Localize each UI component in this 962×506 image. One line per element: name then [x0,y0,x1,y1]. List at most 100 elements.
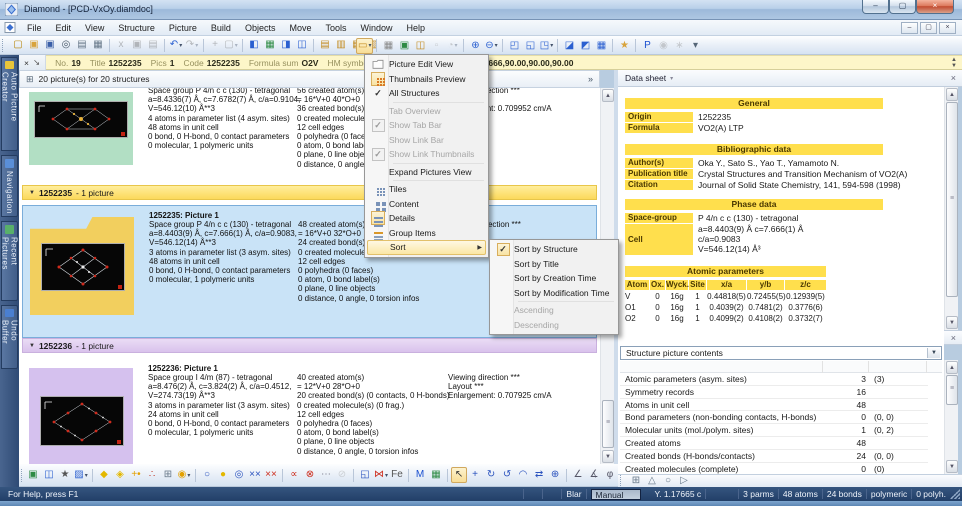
property-row[interactable]: Symmetry records16 [620,386,928,399]
minimize-button[interactable]: – [862,0,889,14]
powder-pattern-icon[interactable]: ◩ [577,38,593,54]
layout-split-icon[interactable]: ◱ [522,38,538,54]
menu-item-content[interactable]: Content [367,197,486,212]
scroll-up-arrow[interactable]: ▲ [946,361,958,374]
toolbar-options-icon[interactable]: ▾ [687,38,703,54]
toolbar-grip[interactable] [2,39,7,52]
zoom-in-icon[interactable]: ⊕ [467,38,483,54]
menu-item-sort-by-structure[interactable]: ✓ Sort by Structure [492,242,616,257]
menu-item-all-structures[interactable]: ✓ All Structures [367,86,486,101]
table-view-icon[interactable]: ▦ [593,38,609,54]
sidebar-tab-navigation[interactable]: Navigation [1,155,18,217]
menu-item-expand-pictures-view[interactable]: Expand Pictures View [367,165,486,180]
thumbnails-window-icon[interactable]: ▦ [262,37,278,53]
structure-thumbnail[interactable] [29,368,133,464]
polyhedra-filled-icon[interactable]: ● [215,467,231,483]
create-bonds-icon[interactable]: ∝ [286,467,302,483]
datasheet-pin-icon[interactable]: ▾ [670,75,673,82]
structure-spinner[interactable]: ▲▼ [951,57,957,69]
bond-settings-icon[interactable]: ⊗ [302,467,318,483]
coordination-icon[interactable]: ◎ [231,467,247,483]
planes-icon[interactable]: ⋈▾ [373,467,389,483]
menu-help[interactable]: Help [400,21,433,35]
menu-item-tiles[interactable]: Tiles [367,182,486,197]
menu-item-picture-edit-view[interactable]: Picture Edit View [367,57,486,72]
polyhedra-icon[interactable]: ○ [199,467,215,483]
sidebar-tab-auto-picture-creator[interactable]: Auto Picture Creator [1,57,18,151]
menu-tools[interactable]: Tools [318,21,353,35]
menu-item-sort-by-creation-time[interactable]: Sort by Creation Time [492,271,616,286]
scrollbar-thumb[interactable] [602,400,614,448]
scroll-down-arrow[interactable]: ▼ [946,316,958,329]
wizard-icon[interactable]: ★ [616,38,632,54]
layout-grid-icon[interactable]: ◳▾ [538,38,554,54]
menu-view[interactable]: View [78,21,111,35]
angle-measure-icon[interactable]: ∡ [586,467,602,483]
structure-thumbnail[interactable] [29,92,133,165]
diagram-icon[interactable]: ◪ [561,38,577,54]
table-distances-icon[interactable]: ▤ [317,37,333,53]
menu-objects[interactable]: Objects [238,21,283,35]
pointer-mode-icon[interactable]: ↖ [451,467,467,483]
mdi-minimize-button[interactable]: – [901,22,918,34]
menu-window[interactable]: Window [353,21,399,35]
properties-scrollbar[interactable]: ▲ ▼ [944,360,958,474]
contacts-icon[interactable]: ×× [247,467,263,483]
zoom-out-icon[interactable]: ⊖▾ [483,38,499,54]
menu-file[interactable]: File [20,21,49,35]
table-angles-icon[interactable]: ▥ [333,37,349,53]
toolbar-grip[interactable] [21,469,22,482]
sidebar-tab-undo-buffer[interactable]: Undo Buffer [1,305,18,369]
scroll-down-arrow[interactable]: ▼ [602,450,614,463]
menu-structure[interactable]: Structure [111,21,162,35]
picture-settings-icon[interactable]: ◫ [41,467,57,483]
undo-icon[interactable]: ↶▾ [168,37,184,53]
build-molecules-icon[interactable]: ◈ [112,467,128,483]
scrollbar-thumb[interactable] [946,375,958,405]
menu-item-sort[interactable]: Sort ▶ [367,240,486,255]
properties-close-icon[interactable]: × [951,333,956,343]
distance-measure-icon[interactable]: ∠ [570,467,586,483]
collapse-arrow-icon[interactable]: ▼ [29,343,35,349]
datasheet-close-icon[interactable]: × [951,73,956,83]
edit-plane-icon[interactable]: ◱ [357,467,373,483]
walk-mode-icon[interactable]: ⇄ [531,467,547,483]
scrollbar-thumb[interactable] [946,102,958,297]
hbonds-icon[interactable]: ⋯ [318,467,334,483]
print-icon[interactable]: ▦ [90,37,106,53]
export-picture-icon[interactable]: ▨▾ [73,467,89,483]
pictures-view-menu-button[interactable]: ▭▾ [356,38,373,54]
add-atom-icon[interactable]: +• [128,467,144,483]
menu-build[interactable]: Build [204,21,238,35]
properties-category-select[interactable]: Structure picture contents ▼ [620,346,942,360]
menu-move[interactable]: Move [282,21,318,35]
add-species-icon[interactable]: ∴ [144,467,160,483]
group-header-1252236[interactable]: ▼ 1252236 - 1 picture [22,338,597,353]
apply-structure-icon[interactable]: ↘ [33,57,40,68]
picture-wizard-icon[interactable]: ★ [57,467,73,483]
close-button[interactable]: × [916,0,954,14]
menu-item-thumbnails-preview[interactable]: Thumbnails Preview [367,72,486,87]
scroll-down-arrow[interactable]: ▼ [946,460,958,473]
menu-edit[interactable]: Edit [49,21,79,35]
labels-icon[interactable]: Fe [389,467,405,483]
menu-picture[interactable]: Picture [162,21,204,35]
print-preview-icon[interactable]: ▤ [74,37,90,53]
data-window-icon[interactable]: ◫ [294,37,310,53]
resize-grip[interactable] [950,489,960,499]
scroll-up-arrow[interactable]: ▲ [946,88,958,101]
rotate-z-mode-icon[interactable]: ↺ [499,467,515,483]
find-icon[interactable]: ◎ [58,37,74,53]
chevron-down-icon[interactable]: ▼ [927,348,940,358]
move-mode-icon[interactable]: + [467,467,483,483]
open-document-icon[interactable]: ▣ [26,37,42,53]
new-document-icon[interactable]: ▢ [10,37,26,53]
datasheet-scrollbar[interactable]: ▲ ▼ [944,87,958,330]
maximize-button[interactable]: ▢ [889,0,916,14]
picture-item[interactable]: 1252236: Picture 1 Space group I 4/m (87… [19,358,598,464]
copy-picture-icon[interactable]: ▣ [396,38,412,54]
property-row[interactable]: Atoms in unit cell48 [620,399,928,412]
build-cell-icon[interactable]: ◆ [96,467,112,483]
layout-normal-icon[interactable]: ◰ [506,38,522,54]
mdi-close-button[interactable]: × [939,22,956,34]
